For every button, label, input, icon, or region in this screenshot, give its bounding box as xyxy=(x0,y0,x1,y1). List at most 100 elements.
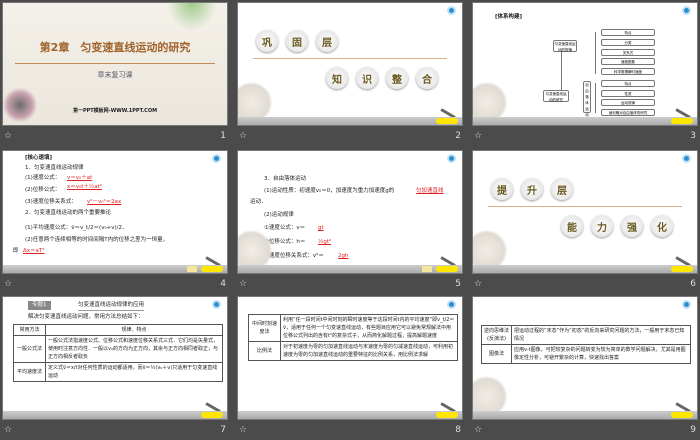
leaf-node: 科学推理瞬时速度 xyxy=(601,68,655,75)
slide-1[interactable]: 第2章 匀变速直线运动的研究 章末复习课 第一PPT模板网-WWW.1PPT.C… xyxy=(2,2,228,126)
heading: [体系构建] xyxy=(495,14,523,20)
return-button[interactable] xyxy=(436,118,458,124)
transition-star-icon: ☆ xyxy=(474,279,483,289)
answer: 2gh xyxy=(338,253,349,259)
title-char: 知 xyxy=(326,67,348,89)
table-cell: 定义式v̄＝x/t对任何性质的运动都适用，而v̄＝½(v₀＋v)只适用于匀变速直… xyxy=(45,362,223,382)
table-cell: 把运动过程的“末态”作为“初态”的反向来研究问题的方法，一般用于末态已知情况 xyxy=(511,325,691,345)
text-line: 3．自由落体运动 xyxy=(264,176,306,182)
flower-decoration xyxy=(238,81,272,117)
table-cell: 中间时刻速度法 xyxy=(248,314,281,342)
table-cell: 应用v-t图像，可把较复杂的问题转变为较为简单的数学问题解决，尤其是用图像定性分… xyxy=(511,344,691,364)
return-button[interactable] xyxy=(436,412,458,418)
slide-4[interactable]: [核心速填] 1．匀变速直线运动规律 (1)速度公式： v＝v₀＋at (2)位… xyxy=(2,150,228,274)
leaf-node: 分类 xyxy=(601,39,655,46)
slide-thumbnail-5[interactable]: 3．自由落体运动 (1)运动性质：初速度v₀＝0，加速度为重力加速度g的 匀加速… xyxy=(237,150,463,294)
table-cell: 常用方法 xyxy=(13,324,46,336)
text-line: (2)任意两个连续相等的时间间隔T内的位移之差为一恒量， xyxy=(25,237,169,243)
table-cell: 逆向思维法(反演法) xyxy=(481,325,512,345)
answer: v²－v₀²＝2ax xyxy=(87,199,122,205)
return-button[interactable] xyxy=(436,266,458,272)
slide-2[interactable]: 巩 固 层 知 识 整 合 xyxy=(237,2,463,126)
text-line: (1)平均速度公式：v̄＝v_t/2＝(v₀+v)/2． xyxy=(25,225,128,231)
slide-thumbnail-2[interactable]: 巩 固 层 知 识 整 合 ☆ 2 xyxy=(237,2,463,146)
title-char: 化 xyxy=(651,215,673,237)
transition-star-icon: ☆ xyxy=(474,425,483,435)
table-cell: 一般公式法指速度公式、位移公式和速度位移关系式三式．它们均是矢量式，使用时注意方… xyxy=(45,335,223,363)
flower-decoration xyxy=(238,229,272,265)
answer: v＝v₀＋at xyxy=(67,175,93,181)
transition-star-icon: ☆ xyxy=(239,425,248,435)
slide-7[interactable]: 专题1 匀变速直线运动规律的应用 解决匀变速直线运动问题，常用方法总结如下： 常… xyxy=(2,296,228,420)
slide-number: 7 xyxy=(220,425,226,435)
topic-title: 匀变速直线运动规律的应用 xyxy=(78,301,145,311)
slide-9[interactable]: 逆向思维法(反演法) 把运动过程的“末态”作为“初态”的反向来研究问题的方法，一般… xyxy=(472,296,698,420)
slide-toolbar xyxy=(3,411,227,419)
divider xyxy=(488,206,682,207)
willow-painting xyxy=(167,3,217,31)
return-button[interactable] xyxy=(201,266,223,272)
slide-title: 第2章 匀变速直线运动的研究 xyxy=(39,41,191,54)
heading: [核心速填] xyxy=(25,155,53,161)
transition-star-icon: ☆ xyxy=(239,131,248,141)
slide-thumbnail-1[interactable]: 第2章 匀变速直线运动的研究 章末复习课 第一PPT模板网-WWW.1PPT.C… xyxy=(2,2,228,146)
text-line: ③速度位移关系式：v²＝ xyxy=(264,253,324,259)
slide-toolbar xyxy=(473,411,697,419)
leaf-node: 运动规律 xyxy=(601,99,655,106)
slide-thumbnail-4[interactable]: [核心速填] 1．匀变速直线运动规律 (1)速度公式： v＝v₀＋at (2)位… xyxy=(2,150,228,294)
title-char: 识 xyxy=(356,67,378,89)
transition-star-icon: ☆ xyxy=(4,279,13,289)
text-line: (2)运动规律 xyxy=(264,212,294,218)
answer: x＝v₀t＋½at² xyxy=(67,184,102,190)
topic-badge: 专题1 xyxy=(28,301,51,310)
slide-3[interactable]: [体系构建] 匀变速直线运动的研究 匀变速直线运动的规律 自由落体运动 特点 分… xyxy=(472,2,698,126)
slide-6[interactable]: 提 升 层 能 力 强 化 xyxy=(472,150,698,274)
table-cell: 图像法 xyxy=(481,344,512,364)
title-char: 层 xyxy=(316,30,338,52)
branch-node: 自由落体运动 xyxy=(583,81,591,117)
flower-decoration xyxy=(473,81,507,117)
transition-star-icon: ☆ xyxy=(4,131,13,141)
leaf-node: 性质 xyxy=(601,90,655,97)
table-cell: 对于初速度为零的匀加速直线运动与末速度为零的匀减速直线运动，可利用初速度为零的匀… xyxy=(280,341,458,361)
prev-button[interactable] xyxy=(187,266,197,272)
branch-node: 匀变速直线运动的规律 xyxy=(553,40,577,52)
title-char: 升 xyxy=(521,178,543,200)
leaf-node: 速度图象 xyxy=(601,58,655,65)
title-char: 固 xyxy=(286,30,308,52)
transition-star-icon: ☆ xyxy=(4,425,13,435)
return-button[interactable] xyxy=(201,412,223,418)
slide-8[interactable]: 中间时刻速度法 利用“任一段时间t中间时刻的瞬时速度等于这段时间t内的平均速度”即… xyxy=(237,296,463,420)
slide-number: 5 xyxy=(455,279,461,289)
text-line: (1)速度公式： xyxy=(25,175,61,181)
slide-thumbnail-7[interactable]: 专题1 匀变速直线运动规律的应用 解决匀变速直线运动问题，常用方法总结如下： 常… xyxy=(2,296,228,440)
return-button[interactable] xyxy=(671,118,693,124)
slide-5[interactable]: 3．自由落体运动 (1)运动性质：初速度v₀＝0，加速度为重力加速度g的 匀加速… xyxy=(237,150,463,274)
return-button[interactable] xyxy=(671,266,693,272)
text-line: (3)速度位移关系式： xyxy=(25,199,77,205)
slide-number: 4 xyxy=(220,279,226,289)
slide-thumbnail-3[interactable]: [体系构建] 匀变速直线运动的研究 匀变速直线运动的规律 自由落体运动 特点 分… xyxy=(472,2,698,146)
answer: gt xyxy=(318,225,324,231)
transition-star-icon: ☆ xyxy=(239,279,248,289)
text-line: 1．匀变速直线运动规律 xyxy=(25,165,84,171)
slide-thumbnail-9[interactable]: 逆向思维法(反演法) 把运动过程的“末态”作为“初态”的反向来研究问题的方法，一般… xyxy=(472,296,698,440)
flower-decoration xyxy=(473,375,507,411)
flower-decoration xyxy=(473,229,507,265)
leaf-node: 特点 xyxy=(601,29,655,36)
table-cell: 一般公式法 xyxy=(13,335,46,363)
slide-thumbnail-8[interactable]: 中间时刻速度法 利用“任一段时间t中间时刻的瞬时速度等于这段时间t内的平均速度”即… xyxy=(237,296,463,440)
table-cell: 规律、特点 xyxy=(45,324,223,336)
slide-number: 3 xyxy=(690,131,696,141)
slide-number: 6 xyxy=(690,279,696,289)
return-button[interactable] xyxy=(671,412,693,418)
leaf-node: 伽利略对自由落体的研究 xyxy=(601,109,655,116)
title-char: 巩 xyxy=(256,30,278,52)
slide-toolbar xyxy=(473,117,697,125)
methods-table: 逆向思维法(反演法) 把运动过程的“末态”作为“初态”的反向来研究问题的方法，一般… xyxy=(481,325,691,364)
slide-toolbar xyxy=(473,265,697,273)
prev-button[interactable] xyxy=(422,266,432,272)
slide-thumbnail-6[interactable]: 提 升 层 能 力 强 化 ☆ 6 xyxy=(472,150,698,294)
slide-subtitle: 章末复习课 xyxy=(97,71,133,79)
logo-icon xyxy=(682,154,691,163)
